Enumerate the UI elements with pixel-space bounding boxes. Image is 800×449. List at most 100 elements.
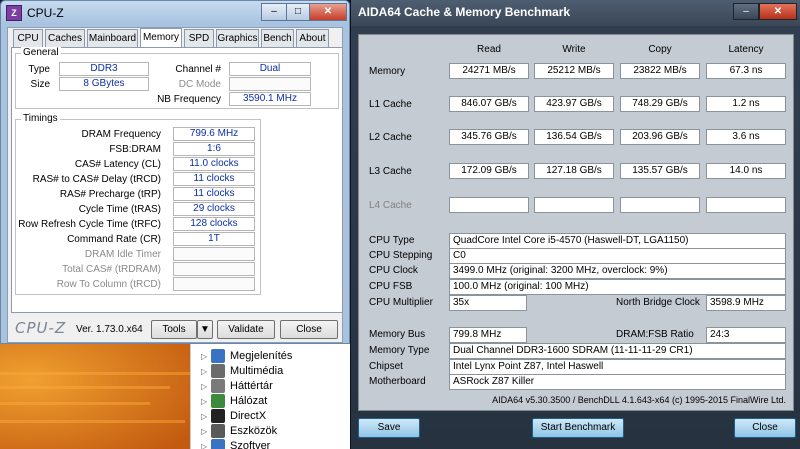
start-benchmark-button[interactable]: Start Benchmark: [532, 418, 624, 438]
bench-value: 748.29 GB/s: [620, 96, 700, 112]
tab-bench[interactable]: Bench: [261, 29, 294, 48]
explorer-item-label: Multimédia: [230, 365, 284, 377]
cpuz-title: CPU-Z: [27, 6, 64, 20]
explorer-item-label: Háttértár: [230, 380, 273, 392]
motherboard-value: ASRock Z87 Killer: [449, 374, 786, 390]
close-button[interactable]: Close: [280, 320, 338, 339]
memory-type-value: Dual Channel DDR3-1600 SDRAM (11-11-11-2…: [449, 343, 786, 359]
bench-value: [620, 197, 700, 213]
type-label: Type: [28, 64, 50, 75]
water-ripple: [0, 420, 185, 423]
cpu-fsb-value: 100.0 MHz (original: 100 MHz): [449, 279, 786, 295]
bench-value: 345.76 GB/s: [449, 129, 529, 145]
tools-button[interactable]: Tools: [151, 320, 197, 339]
drive-icon: [211, 379, 225, 393]
bench-value: [449, 197, 529, 213]
explorer-item[interactable]: ▷ Háttértár: [201, 378, 273, 394]
maximize-button[interactable]: □: [286, 3, 310, 21]
expand-arrow-icon[interactable]: ▷: [201, 352, 211, 361]
bench-value: 127.18 GB/s: [534, 163, 614, 179]
bench-row-label: L2 Cache: [369, 132, 412, 143]
close-window-button[interactable]: ✕: [309, 3, 347, 21]
nb-frequency-value: 3590.1 MHz: [229, 92, 311, 106]
directx-icon: [211, 409, 225, 423]
expand-arrow-icon[interactable]: ▷: [201, 397, 211, 406]
cpu-type-value: QuadCore Intel Core i5-4570 (Haswell-DT,…: [449, 233, 786, 249]
bench-value: 23822 MB/s: [620, 63, 700, 79]
water-ripple: [0, 402, 150, 405]
explorer-item-label: DirectX: [230, 410, 267, 422]
timing-label: DRAM Idle Timer: [84, 249, 161, 260]
motherboard-label: Motherboard: [369, 376, 426, 387]
tab-mainboard[interactable]: Mainboard: [87, 29, 138, 48]
expand-arrow-icon[interactable]: ▷: [201, 367, 211, 376]
bench-row-label: L4 Cache: [369, 200, 412, 211]
minimize-button[interactable]: –: [261, 3, 287, 21]
expand-arrow-icon[interactable]: ▷: [201, 382, 211, 391]
speaker-icon: [211, 364, 225, 378]
aida-minimize-button[interactable]: –: [733, 3, 759, 20]
cpu-clock-label: CPU Clock: [369, 265, 418, 276]
cpu-type-label: CPU Type: [369, 235, 415, 246]
memory-bus-value: 799.8 MHz: [449, 327, 527, 343]
save-button[interactable]: Save: [358, 418, 420, 438]
tab-caches[interactable]: Caches: [45, 29, 85, 48]
timing-label: Cycle Time (tRAS): [78, 204, 161, 215]
column-header-copy: Copy: [648, 44, 672, 55]
memory-type-value: DDR3: [59, 62, 149, 76]
network-icon: [211, 394, 225, 408]
expand-arrow-icon[interactable]: ▷: [201, 427, 211, 436]
explorer-item-label: Szoftver: [230, 440, 271, 449]
explorer-item[interactable]: ▷ Szoftver: [201, 438, 270, 449]
timing-value: [173, 277, 255, 291]
chipset-value: Intel Lynx Point Z87, Intel Haswell: [449, 359, 786, 375]
column-header-read: Read: [477, 44, 501, 55]
bench-value: 136.54 GB/s: [534, 129, 614, 145]
size-label: Size: [30, 79, 50, 90]
cpuz-window: Z CPU-Z – □ ✕ CPU Caches Mainboard Memory SP…: [0, 0, 350, 344]
aida-title: AIDA64 Cache & Memory Benchmark: [358, 5, 571, 19]
tab-spd[interactable]: SPD: [184, 29, 214, 48]
tab-about[interactable]: About: [296, 29, 329, 48]
aida-titlebar[interactable]: AIDA64 Cache & Memory Benchmark – ✕: [351, 0, 800, 26]
explorer-item[interactable]: ▷ Eszközök: [201, 423, 277, 439]
cpu-clock-value: 3499.0 MHz (original: 3200 MHz, overcloc…: [449, 263, 786, 279]
dram-fsb-ratio-value: 24:3: [706, 327, 786, 343]
cpuz-version: Ver. 1.73.0.x64: [76, 324, 143, 335]
channel-value: Dual: [229, 62, 311, 76]
timing-label: Row To Column (tRCD): [56, 279, 161, 290]
bench-value: 14.0 ns: [706, 163, 786, 179]
timing-value: 1:6: [173, 142, 255, 156]
explorer-item[interactable]: ▷ Multimédia: [201, 363, 283, 379]
bench-value: 135.57 GB/s: [620, 163, 700, 179]
expand-arrow-icon[interactable]: ▷: [201, 412, 211, 421]
explorer-item-label: Eszközök: [230, 425, 278, 437]
validate-button[interactable]: Validate: [217, 320, 275, 339]
tab-graphics[interactable]: Graphics: [216, 29, 259, 48]
cpuz-app-icon: Z: [6, 5, 22, 21]
north-bridge-clock-label: North Bridge Clock: [616, 297, 700, 308]
timing-label: RAS# to CAS# Delay (tRCD): [32, 174, 161, 185]
tab-memory[interactable]: Memory: [140, 28, 182, 48]
explorer-item[interactable]: ▷ DirectX: [201, 408, 266, 424]
bench-row-label: L1 Cache: [369, 99, 412, 110]
expand-arrow-icon[interactable]: ▷: [201, 442, 211, 449]
timing-label: FSB:DRAM: [109, 144, 161, 155]
bench-value: 423.97 GB/s: [534, 96, 614, 112]
aida-close-window-button[interactable]: ✕: [759, 3, 797, 20]
explorer-item[interactable]: ▷ Megjelenítés: [201, 348, 292, 364]
devices-icon: [211, 424, 225, 438]
memory-bus-label: Memory Bus: [369, 329, 426, 340]
tab-cpu[interactable]: CPU: [13, 29, 43, 48]
bench-row-label: Memory: [369, 66, 406, 77]
aida-close-button[interactable]: Close: [734, 418, 796, 438]
timing-label: DRAM Frequency: [81, 129, 161, 140]
explorer-item-label: Megjelenítés: [230, 350, 293, 362]
timing-value: [173, 262, 255, 276]
cpuz-titlebar[interactable]: Z CPU-Z – □ ✕: [1, 1, 349, 25]
tools-dropdown-arrow-icon[interactable]: ▼: [197, 320, 213, 339]
general-group-title: General: [21, 47, 61, 58]
cpuz-logo: CPU-Z: [15, 319, 67, 337]
explorer-item[interactable]: ▷ Hálózat: [201, 393, 267, 409]
cpu-fsb-label: CPU FSB: [369, 281, 413, 292]
